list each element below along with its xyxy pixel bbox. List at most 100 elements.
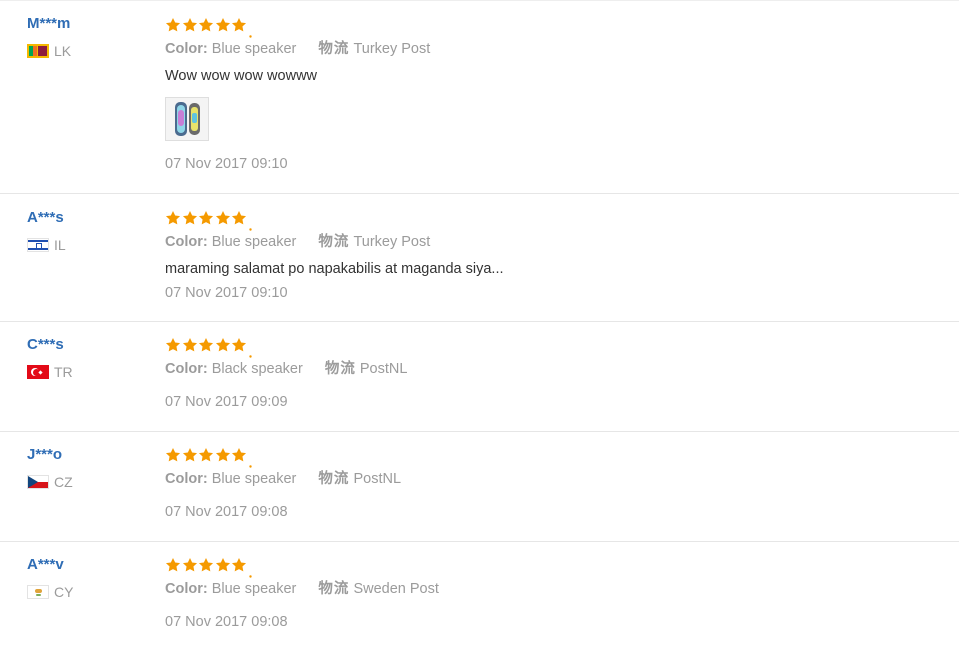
review-date: 07 Nov 2017 09:10 xyxy=(165,156,288,172)
flag-il-icon xyxy=(27,238,49,252)
star-tail-icon xyxy=(248,25,252,38)
logistics-label: 物流 xyxy=(318,581,350,597)
star-icon xyxy=(165,447,181,463)
review-item: J***o CZ Color: Blue speaker 物流 PostNL 0… xyxy=(0,431,959,541)
star-icon xyxy=(215,557,231,573)
review-item: A***s IL Color: Blue speaker 物流 Turkey P… xyxy=(0,193,959,321)
star-tail-icon xyxy=(248,455,252,468)
country-code: TR xyxy=(54,364,73,380)
star-icon xyxy=(182,557,198,573)
color-label: Color: xyxy=(165,471,208,487)
logistics-value: PostNL xyxy=(353,471,402,487)
star-icon xyxy=(165,337,181,353)
logistics-label: 物流 xyxy=(318,471,350,487)
logistics-label: 物流 xyxy=(324,361,356,377)
star-rating xyxy=(165,16,945,38)
star-rating xyxy=(165,556,945,578)
review-content: Color: Blue speaker 物流 Turkey Post maram… xyxy=(165,209,945,302)
order-info: Color: Blue speaker 物流 PostNL xyxy=(165,471,945,488)
star-rating xyxy=(165,336,945,358)
color-value: Black speaker xyxy=(211,361,303,377)
star-tail-icon xyxy=(248,345,252,358)
color-label: Color: xyxy=(165,581,208,597)
reviewer-info: C***s TR xyxy=(27,336,73,379)
flag-cz-icon xyxy=(27,475,49,489)
color-value: Blue speaker xyxy=(211,581,297,597)
logistics-value: Sweden Post xyxy=(353,581,439,597)
flag-cy-icon xyxy=(27,585,49,599)
star-icon xyxy=(215,337,231,353)
star-icon xyxy=(165,557,181,573)
reviewer-info: J***o CZ xyxy=(27,446,73,489)
reviewer-country: LK xyxy=(27,44,71,58)
country-code: CZ xyxy=(54,474,73,490)
country-code: IL xyxy=(54,237,66,253)
star-icon xyxy=(198,337,214,353)
color-label: Color: xyxy=(165,361,208,377)
reviewer-country: IL xyxy=(27,238,66,252)
star-icon xyxy=(231,337,247,353)
star-rating xyxy=(165,446,945,468)
review-date: 07 Nov 2017 09:08 xyxy=(165,614,288,630)
reviewer-country: CY xyxy=(27,585,73,599)
reviewer-name[interactable]: J***o xyxy=(27,446,73,464)
country-code: CY xyxy=(54,584,74,600)
star-icon xyxy=(215,447,231,463)
star-icon xyxy=(215,210,231,226)
star-icon xyxy=(231,557,247,573)
star-icon xyxy=(215,17,231,33)
reviewer-country: CZ xyxy=(27,475,73,489)
star-icon xyxy=(231,17,247,33)
star-icon xyxy=(198,210,214,226)
logistics-label: 物流 xyxy=(318,234,350,250)
review-item: A***v CY Color: Blue speaker 物流 Sweden P… xyxy=(0,541,959,649)
order-info: Color: Blue speaker 物流 Turkey Post xyxy=(165,234,945,251)
speaker-photo-icon xyxy=(166,98,208,140)
flag-lk-icon xyxy=(27,44,49,58)
color-value: Blue speaker xyxy=(211,471,297,487)
review-date: 07 Nov 2017 09:09 xyxy=(165,394,288,410)
country-code: LK xyxy=(54,43,72,59)
review-text: Wow wow wow wowww xyxy=(165,68,318,84)
review-date: 07 Nov 2017 09:08 xyxy=(165,504,288,520)
star-icon xyxy=(231,210,247,226)
star-icon xyxy=(198,557,214,573)
reviewer-name[interactable]: M***m xyxy=(27,15,71,33)
reviewer-name[interactable]: A***s xyxy=(27,209,66,227)
reviewer-country: TR xyxy=(27,365,73,379)
reviewer-info: A***v CY xyxy=(27,556,73,599)
order-info: Color: Black speaker 物流 PostNL xyxy=(165,361,945,378)
star-icon xyxy=(182,210,198,226)
star-icon xyxy=(182,337,198,353)
star-rating xyxy=(165,209,945,231)
logistics-label: 物流 xyxy=(318,41,350,57)
review-text: maraming salamat po napakabilis at magan… xyxy=(165,261,504,277)
star-icon xyxy=(182,447,198,463)
review-content: Color: Blue speaker 物流 PostNL 07 Nov 201… xyxy=(165,446,945,521)
star-icon xyxy=(165,210,181,226)
color-label: Color: xyxy=(165,234,208,250)
review-item: M***m LK Color: Blue speaker 物流 Turkey P… xyxy=(0,0,959,193)
star-tail-icon xyxy=(248,565,252,578)
star-icon xyxy=(165,17,181,33)
star-icon xyxy=(198,447,214,463)
review-content: Color: Black speaker 物流 PostNL 07 Nov 20… xyxy=(165,336,945,411)
star-icon xyxy=(198,17,214,33)
review-photo-thumbnail[interactable] xyxy=(165,97,209,141)
reviewer-info: M***m LK xyxy=(27,15,71,58)
flag-tr-icon xyxy=(27,365,49,379)
star-icon xyxy=(182,17,198,33)
logistics-value: Turkey Post xyxy=(353,234,431,250)
star-tail-icon xyxy=(248,218,252,231)
review-date: 07 Nov 2017 09:10 xyxy=(165,285,288,301)
reviewer-info: A***s IL xyxy=(27,209,66,252)
color-label: Color: xyxy=(165,41,208,57)
logistics-value: Turkey Post xyxy=(353,41,431,57)
logistics-value: PostNL xyxy=(359,361,408,377)
order-info: Color: Blue speaker 物流 Turkey Post xyxy=(165,41,945,58)
reviewer-name[interactable]: C***s xyxy=(27,336,73,354)
reviewer-name[interactable]: A***v xyxy=(27,556,73,574)
star-icon xyxy=(231,447,247,463)
review-item: C***s TR Color: Black speaker 物流 PostNL xyxy=(0,321,959,431)
review-content: Color: Blue speaker 物流 Sweden Post 07 No… xyxy=(165,556,945,631)
